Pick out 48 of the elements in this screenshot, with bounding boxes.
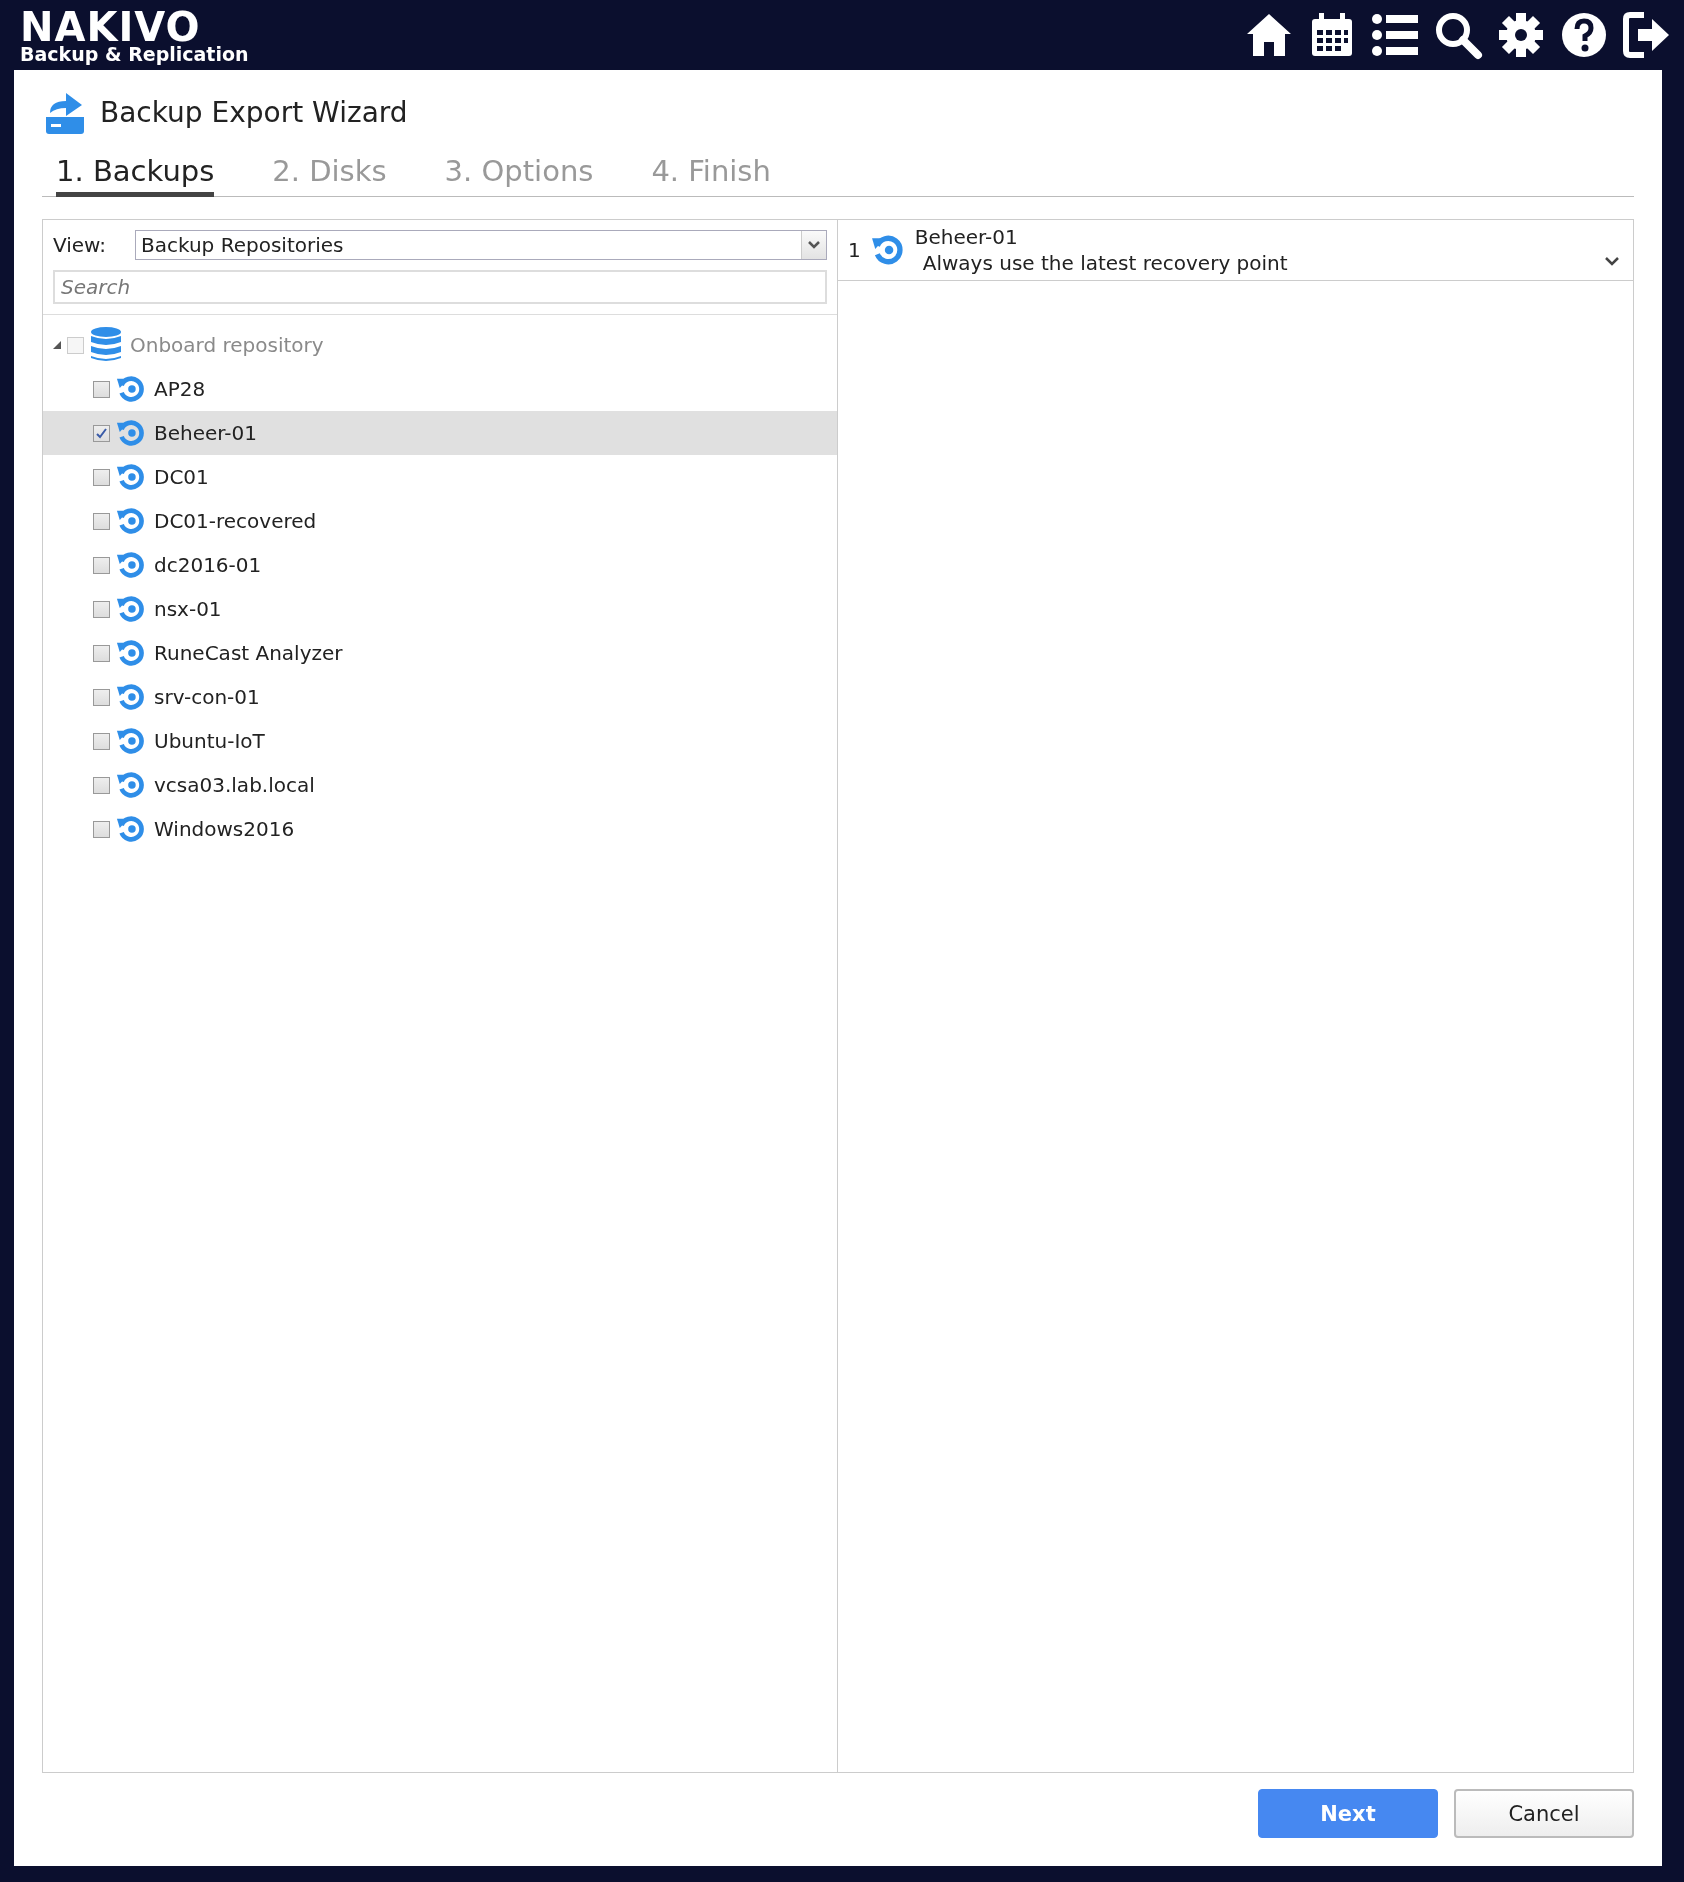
tree-row[interactable]: vcsa03.lab.local — [43, 763, 837, 807]
checkbox[interactable] — [93, 468, 110, 486]
chevron-down-icon[interactable] — [1605, 256, 1619, 266]
backup-icon — [116, 594, 146, 624]
caret-icon — [808, 241, 820, 249]
checkbox[interactable] — [93, 556, 110, 574]
backup-icon — [116, 550, 146, 580]
tree-row[interactable]: AP28 — [43, 367, 837, 411]
view-dropdown[interactable]: Backup Repositories — [135, 230, 827, 260]
checkbox[interactable] — [93, 776, 110, 794]
tree-row[interactable]: Beheer-01 — [43, 411, 837, 455]
checkbox[interactable] — [67, 336, 84, 354]
backup-icon — [116, 374, 146, 404]
checkbox[interactable] — [93, 688, 110, 706]
tree-row[interactable]: srv-con-01 — [43, 675, 837, 719]
view-label: View: — [53, 233, 108, 257]
tree-row[interactable]: DC01 — [43, 455, 837, 499]
database-icon — [90, 327, 122, 363]
wizard-tab[interactable]: 1. Backups — [56, 148, 215, 197]
backup-icon — [116, 770, 146, 800]
checkbox[interactable] — [93, 732, 110, 750]
backup-icon — [116, 638, 146, 668]
backup-icon — [870, 233, 905, 267]
backup-icon — [116, 682, 146, 712]
backup-icon — [116, 418, 146, 448]
backup-icon — [116, 726, 146, 756]
backup-name: Beheer-01 — [914, 224, 1019, 250]
tree-row[interactable]: DC01-recovered — [43, 499, 837, 543]
tree-row[interactable]: RuneCast Analyzer — [43, 631, 837, 675]
checkbox[interactable] — [93, 380, 110, 398]
item-number: 1 — [848, 238, 861, 262]
tree-row[interactable]: nsx-01 — [43, 587, 837, 631]
checkbox[interactable] — [93, 820, 110, 838]
collapse-triangle-icon[interactable] — [53, 341, 61, 349]
tree-row[interactable]: dc2016-01 — [43, 543, 837, 587]
cancel-button[interactable]: Cancel — [1454, 1789, 1634, 1838]
backup-icon — [116, 506, 146, 536]
checkbox[interactable] — [93, 644, 110, 662]
checkbox[interactable] — [93, 512, 110, 530]
backup-icon — [116, 814, 146, 844]
recovery-point-label: Always use the latest recovery point — [921, 250, 1289, 276]
backup-icon — [116, 462, 146, 492]
checkbox[interactable] — [93, 600, 110, 618]
tree-row[interactable]: Ubuntu-IoT — [43, 719, 837, 763]
checkbox[interactable] — [93, 424, 110, 442]
tree-row[interactable]: Windows2016 — [43, 807, 837, 851]
search-field[interactable]: Search — [53, 270, 827, 304]
wizard-title: Backup Export Wizard — [100, 95, 408, 129]
